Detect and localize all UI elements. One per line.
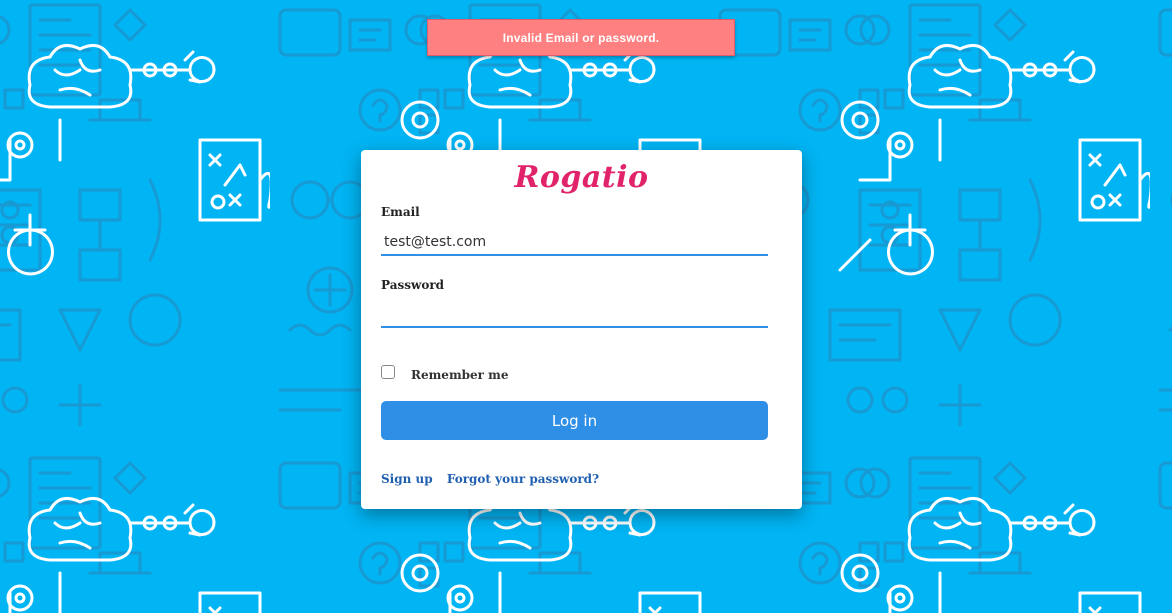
forgot-password-link[interactable]: Forgot your password? (447, 472, 599, 486)
brand-logo: Rogatio (514, 160, 649, 195)
error-alert: Invalid Email or password. (427, 19, 735, 56)
sign-up-link[interactable]: Sign up (381, 472, 433, 486)
remember-me-row[interactable]: Remember me (381, 358, 509, 382)
remember-me-label: Remember me (411, 368, 509, 382)
login-card: Rogatio Email Password Remember me Log i… (361, 150, 802, 509)
auth-links: Sign up Forgot your password? (381, 472, 599, 486)
email-field[interactable] (381, 230, 768, 256)
password-label: Password (381, 278, 445, 292)
remember-me-checkbox[interactable] (381, 364, 395, 379)
error-alert-message: Invalid Email or password. (502, 30, 660, 45)
password-field[interactable] (381, 302, 768, 328)
email-label: Email (381, 205, 420, 219)
login-button[interactable]: Log in (381, 401, 768, 440)
